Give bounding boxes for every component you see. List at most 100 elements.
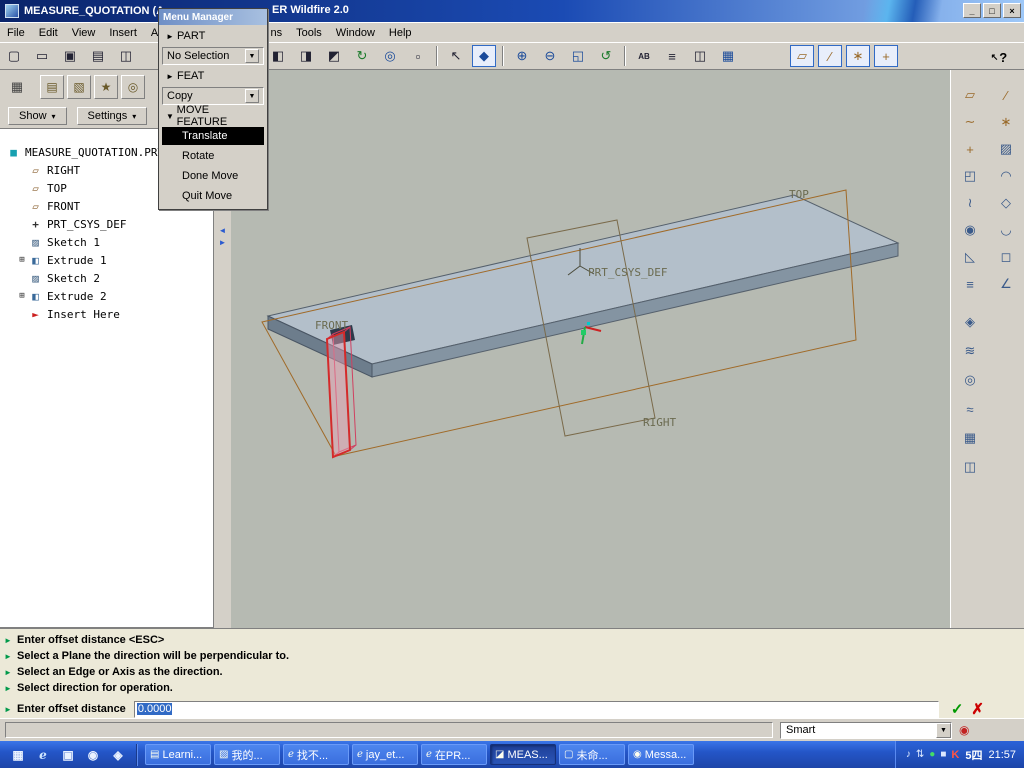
zoom-in-button[interactable]: ⊕ [510, 45, 534, 67]
menu-window[interactable]: Window [329, 25, 382, 41]
task-messenger[interactable]: ◉ Messa... [628, 744, 694, 765]
chevron-down-icon[interactable]: ▼ [936, 722, 951, 738]
top-datum-label[interactable]: TOP [789, 188, 809, 201]
wrap-tool[interactable]: ◎ [958, 369, 982, 391]
extrude-tool[interactable]: ◰ [958, 165, 982, 187]
tray-update-icon[interactable]: ■ [940, 749, 946, 760]
menu-view[interactable]: View [65, 25, 103, 41]
repaint-button[interactable]: ↺ [594, 45, 618, 67]
task-browser-2[interactable]: e jay_et... [352, 744, 418, 765]
settings-button[interactable]: Settings ▾ [76, 107, 148, 125]
mirror-tool[interactable]: ◫ [958, 456, 982, 478]
messenger-quicklaunch-icon[interactable]: ◈ [109, 746, 127, 764]
tree-item-sketch1[interactable]: ▨ Sketch 1 [0, 233, 213, 251]
folder-browser-tab[interactable]: ▧ [67, 75, 91, 99]
cancel-button[interactable]: ✗ [971, 700, 984, 718]
datum-csys-tool[interactable]: + [958, 138, 982, 160]
task-proe[interactable]: ◪ MEAS... [490, 744, 556, 765]
tree-item-extrude2[interactable]: ⊞ ◧ Extrude 2 [0, 287, 213, 305]
sweep-tool[interactable]: ≀ [958, 192, 982, 214]
layers-button[interactable]: ≡ [660, 45, 684, 67]
show-desktop-icon[interactable]: ▦ [9, 746, 27, 764]
tray-antivirus-icon[interactable]: ● [929, 749, 935, 760]
open-file-button[interactable]: ▭ [30, 45, 54, 67]
context-help-button[interactable]: ↖ ? [986, 46, 1012, 68]
saved-views-button[interactable]: ▦ [716, 45, 740, 67]
tray-network-icon[interactable]: ⇅ [916, 749, 924, 760]
close-button[interactable]: × [1003, 3, 1021, 18]
menu-manager-title[interactable]: Menu Manager [159, 9, 267, 25]
favorites-tab[interactable]: ★ [94, 75, 118, 99]
task-untitled[interactable]: ▢ 未命... [559, 744, 625, 765]
mm-feat-header[interactable]: ► FEAT [162, 67, 264, 85]
style-tool[interactable]: ≋ [958, 340, 982, 362]
mm-rotate-item[interactable]: Rotate [162, 147, 264, 165]
shell-tool[interactable]: ◻ [994, 246, 1018, 268]
graphics-viewport[interactable]: TOP FRONT RIGHT PRT_CSYS_DEF [231, 70, 950, 628]
view-manager-button[interactable]: ◫ [688, 45, 712, 67]
datum-axis-tool[interactable]: ∕ [994, 84, 1018, 106]
sketch-tool[interactable]: ▨ [994, 138, 1018, 160]
plate-model[interactable] [266, 194, 900, 378]
mm-selection-combo[interactable]: No Selection ▼ [162, 47, 264, 65]
print-preview-button[interactable]: ◫ [114, 45, 138, 67]
datum-planes-toggle[interactable]: ▱ [790, 45, 814, 67]
front-datum-label[interactable]: FRONT [315, 319, 348, 332]
mm-quit-move-item[interactable]: Quit Move [162, 187, 264, 205]
model-view[interactable]: TOP FRONT RIGHT PRT_CSYS_DEF [231, 70, 950, 628]
toolbar-separator[interactable] [624, 46, 626, 66]
menu-file[interactable]: File [0, 25, 32, 41]
find-button[interactable]: ◎ [378, 45, 402, 67]
draft-tool[interactable]: ∠ [994, 273, 1018, 295]
mm-part-header[interactable]: ► PART [162, 27, 264, 45]
tray-k-icon[interactable]: K [951, 749, 959, 761]
hole-tool[interactable]: ◉ [958, 219, 982, 241]
offset-distance-input[interactable]: 0.0000 [133, 700, 939, 718]
datum-curve-tool[interactable]: ∼ [958, 111, 982, 133]
menu-tools[interactable]: Tools [289, 25, 329, 41]
zoom-out-button[interactable]: ⊖ [538, 45, 562, 67]
expand-icon[interactable]: ⊞ [16, 291, 28, 301]
toolbar-separator[interactable] [502, 46, 504, 66]
toolbar-separator[interactable] [436, 46, 438, 66]
show-button[interactable]: Show ▾ [8, 107, 67, 125]
ie-quicklaunch-icon[interactable]: e [34, 746, 52, 764]
mm-move-feature-section[interactable]: ▼ MOVE FEATURE [162, 104, 264, 128]
right-datum-label[interactable]: RIGHT [643, 416, 676, 429]
dropdown-arrow-icon[interactable]: ▼ [245, 89, 259, 103]
datum-point-tool[interactable]: ∗ [994, 111, 1018, 133]
menu-insert[interactable]: Insert [102, 25, 144, 41]
flex-tool[interactable]: ≈ [958, 398, 982, 420]
select-arrow-button[interactable]: ↖ [444, 45, 468, 67]
selection-filter-combo[interactable]: Smart ▼ [780, 721, 952, 739]
save-file-button[interactable]: ▣ [58, 45, 82, 67]
tray-volume-icon[interactable]: ♪ [906, 749, 911, 760]
ime-indicator[interactable]: 5四 [965, 747, 982, 763]
copy-button[interactable]: ◧ [266, 45, 290, 67]
smart-select-button[interactable]: ◆ [472, 45, 496, 67]
task-browser-1[interactable]: e 找不... [283, 744, 349, 765]
collapse-left-icon[interactable]: ◄ [219, 226, 227, 235]
datum-axes-toggle[interactable]: ∕ [818, 45, 842, 67]
tree-item-extrude1[interactable]: ⊞ ◧ Extrude 1 [0, 251, 213, 269]
collapse-right-icon[interactable]: ► [219, 238, 227, 247]
datum-csys-toggle[interactable]: + [874, 45, 898, 67]
revolve-tool[interactable]: ◠ [994, 165, 1018, 187]
media-player-icon[interactable]: ◉ [84, 746, 102, 764]
navigator-toggle-button[interactable]: ▦ [5, 75, 29, 99]
pattern-tool[interactable]: ▦ [958, 427, 982, 449]
maximize-button[interactable]: □ [983, 3, 1001, 18]
selection-buffer-icon[interactable]: ◉ [959, 723, 969, 737]
chamfer-tool[interactable]: ◺ [958, 246, 982, 268]
regenerate-button[interactable]: ↻ [350, 45, 374, 67]
menu-edit[interactable]: Edit [32, 25, 65, 41]
task-my-documents[interactable]: ▨ 我的... [214, 744, 280, 765]
new-file-button[interactable]: ▢ [2, 45, 26, 67]
task-learning[interactable]: ▤ Learni... [145, 744, 211, 765]
mm-translate-item[interactable]: Translate [162, 127, 264, 145]
annotation-button[interactable]: AB [632, 45, 656, 67]
paste-special-button[interactable]: ◩ [322, 45, 346, 67]
mm-done-move-item[interactable]: Done Move [162, 167, 264, 185]
dropdown-arrow-icon[interactable]: ▼ [245, 49, 259, 63]
paste-button[interactable]: ◨ [294, 45, 318, 67]
